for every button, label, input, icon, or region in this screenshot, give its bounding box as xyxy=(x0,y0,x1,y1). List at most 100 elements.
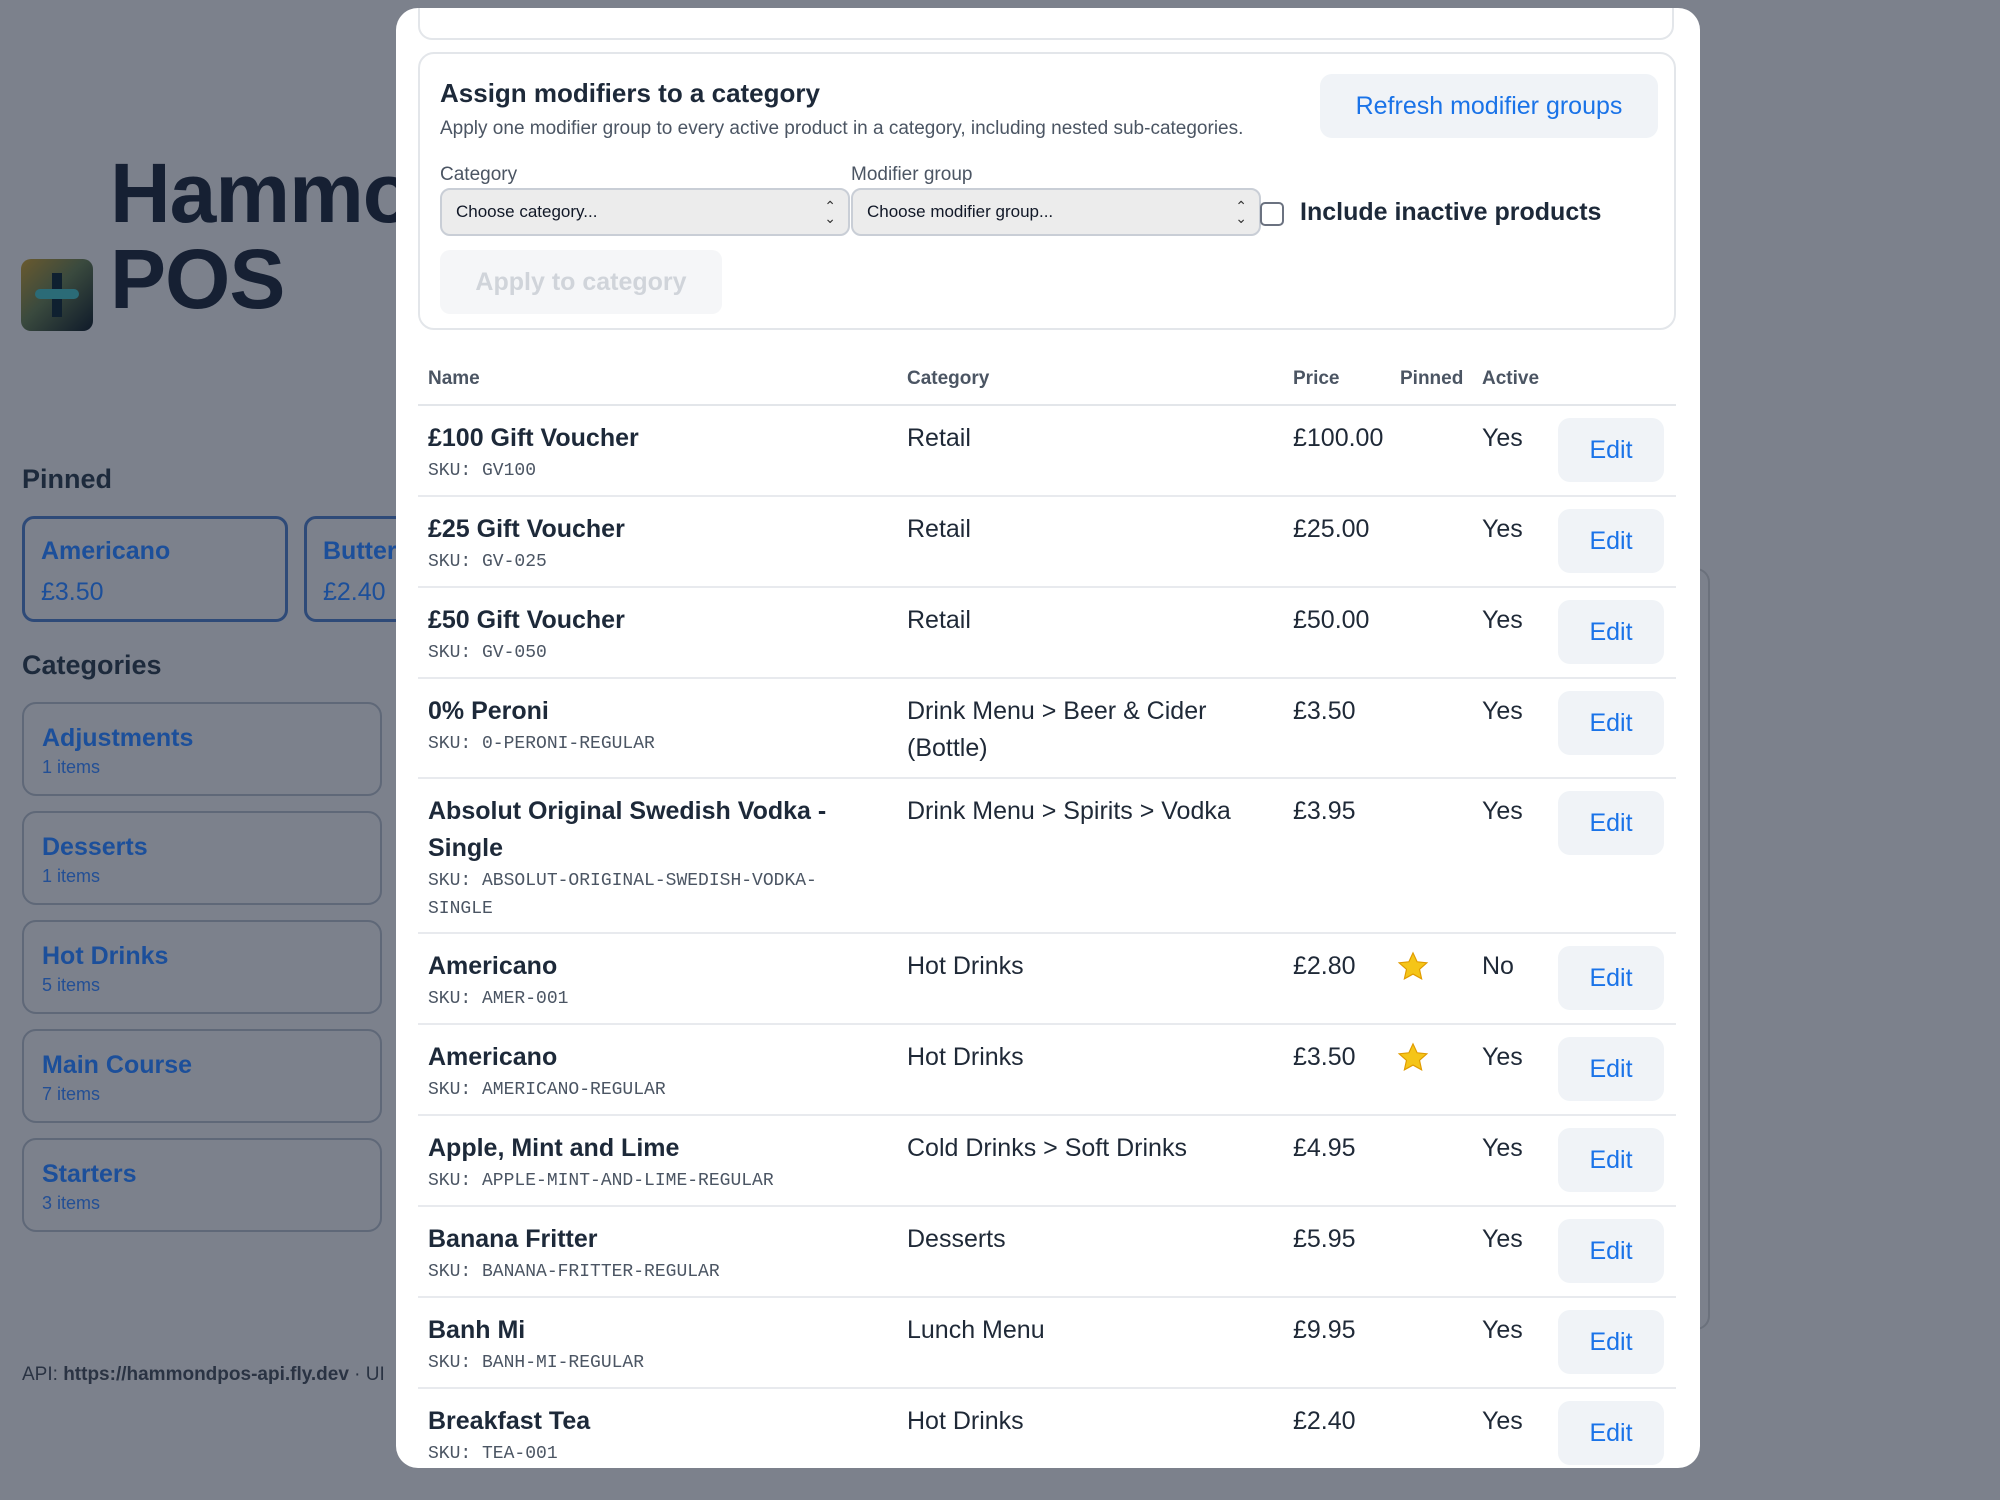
products-table: Name Category Price Pinned Active £100 G… xyxy=(418,352,1676,1468)
category-card-name: Adjustments xyxy=(42,724,194,752)
category-card-count: 5 items xyxy=(42,975,101,995)
edit-button[interactable]: Edit xyxy=(1558,1128,1664,1192)
category-card-count: 3 items xyxy=(42,1193,101,1213)
modifier-group-label: Modifier group xyxy=(851,164,973,185)
product-price: £3.50 xyxy=(1293,697,1356,725)
product-name: Absolut Original Swedish Vodka - Single xyxy=(428,797,827,862)
product-active: Yes xyxy=(1482,606,1523,634)
api-footer-url: https://hammondpos-api.fly.dev xyxy=(63,1364,349,1385)
product-sku: SKU: BANANA-FRITTER-REGULAR xyxy=(428,1262,720,1282)
assign-title: Assign modifiers to a category xyxy=(440,78,820,108)
pinned-card-price: £3.50 xyxy=(41,578,104,606)
product-sku: SKU: TEA-001 xyxy=(428,1444,558,1464)
product-category: Drink Menu > Beer & Cider (Bottle) xyxy=(907,697,1207,762)
product-sku: SKU: ABSOLUT-ORIGINAL-SWEDISH-VODKA-SING… xyxy=(428,871,817,919)
product-name: Banana Fritter xyxy=(428,1225,598,1253)
category-card[interactable]: Desserts 1 items xyxy=(22,811,382,905)
product-price: £50.00 xyxy=(1293,606,1370,634)
product-price: £2.80 xyxy=(1293,952,1356,980)
product-name: Apple, Mint and Lime xyxy=(428,1134,680,1162)
edit-button[interactable]: Edit xyxy=(1558,418,1664,482)
category-card-count: 1 items xyxy=(42,866,101,886)
edit-button[interactable]: Edit xyxy=(1558,1401,1664,1465)
edit-button[interactable]: Edit xyxy=(1558,600,1664,664)
table-row: Absolut Original Swedish Vodka - Single S… xyxy=(418,779,1676,934)
edit-button[interactable]: Edit xyxy=(1558,1219,1664,1283)
pinned-cell xyxy=(1396,1041,1430,1086)
category-card[interactable]: Hot Drinks 5 items xyxy=(22,920,382,1014)
product-active: Yes xyxy=(1482,1043,1523,1071)
category-card[interactable]: Starters 3 items xyxy=(22,1138,382,1232)
edit-button[interactable]: Edit xyxy=(1558,1037,1664,1101)
categories-heading: Categories xyxy=(22,650,162,680)
product-price: £25.00 xyxy=(1293,515,1370,543)
category-select[interactable]: Choose category... ⌃ ⌄ xyxy=(440,188,850,236)
assign-subtitle: Apply one modifier group to every active… xyxy=(440,118,1244,139)
assign-modifiers-panel: Assign modifiers to a category Apply one… xyxy=(418,52,1676,330)
product-category: Hot Drinks xyxy=(907,1407,1024,1435)
product-active: Yes xyxy=(1482,1134,1523,1162)
product-active: Yes xyxy=(1482,515,1523,543)
product-name: 0% Peroni xyxy=(428,697,549,725)
include-inactive-checkbox[interactable] xyxy=(1260,202,1284,226)
product-name: Americano xyxy=(428,1043,558,1071)
chevron-updown-icon: ⌃ ⌄ xyxy=(1235,198,1247,226)
product-sku: SKU: AMERICANO-REGULAR xyxy=(428,1080,666,1100)
product-price: £5.95 xyxy=(1293,1225,1356,1253)
api-footer-prefix: API: xyxy=(22,1364,64,1385)
category-card-count: 1 items xyxy=(42,757,101,777)
product-name: Banh Mi xyxy=(428,1316,526,1344)
table-row: £100 Gift Voucher SKU: GV100 Retail £100.… xyxy=(418,406,1676,497)
include-inactive-label[interactable]: Include inactive products xyxy=(1300,198,1601,227)
category-card[interactable]: Main Course 7 items xyxy=(22,1029,382,1123)
table-row: Banana Fritter SKU: BANANA-FRITTER-REGULA… xyxy=(418,1207,1676,1298)
product-sku: SKU: GV-025 xyxy=(428,552,547,572)
edit-button[interactable]: Edit xyxy=(1558,691,1664,755)
product-category: Cold Drinks > Soft Drinks xyxy=(907,1134,1187,1162)
product-price: £9.95 xyxy=(1293,1316,1356,1344)
apply-to-category-button[interactable]: Apply to category xyxy=(440,250,722,314)
product-sku: SKU: GV-050 xyxy=(428,643,547,663)
product-active: Yes xyxy=(1482,797,1523,825)
product-active: Yes xyxy=(1482,1225,1523,1253)
app-title: Hammo POS xyxy=(110,150,414,322)
modifier-group-select[interactable]: Choose modifier group... ⌃ ⌄ xyxy=(851,188,1261,236)
product-sku: SKU: APPLE-MINT-AND-LIME-REGULAR xyxy=(428,1171,774,1191)
modifier-group-select-value: Choose modifier group... xyxy=(867,202,1054,221)
product-active: Yes xyxy=(1482,1407,1523,1435)
header-name: Name xyxy=(428,368,480,389)
category-select-value: Choose category... xyxy=(456,202,598,221)
refresh-modifier-groups-button[interactable]: Refresh modifier groups xyxy=(1320,74,1658,138)
table-row: 0% Peroni SKU: 0-PERONI-REGULAR Drink Men… xyxy=(418,679,1676,779)
product-sku: SKU: BANH-MI-REGULAR xyxy=(428,1353,645,1373)
edit-button[interactable]: Edit xyxy=(1558,946,1664,1010)
pinned-cell xyxy=(1396,950,1430,995)
app-logo xyxy=(21,259,93,331)
product-active: Yes xyxy=(1482,1316,1523,1344)
product-price: £2.40 xyxy=(1293,1407,1356,1435)
edit-button[interactable]: Edit xyxy=(1558,1310,1664,1374)
product-sku: SKU: 0-PERONI-REGULAR xyxy=(428,734,655,754)
product-name: Breakfast Tea xyxy=(428,1407,591,1435)
edit-button[interactable]: Edit xyxy=(1558,509,1664,573)
table-row: Apple, Mint and Lime SKU: APPLE-MINT-AND-… xyxy=(418,1116,1676,1207)
product-category: Retail xyxy=(907,606,971,634)
category-card-name: Main Course xyxy=(42,1051,193,1079)
product-category: Desserts xyxy=(907,1225,1006,1253)
product-name: £100 Gift Voucher xyxy=(428,424,639,452)
table-row: £50 Gift Voucher SKU: GV-050 Retail £50.0… xyxy=(418,588,1676,679)
pinned-card[interactable]: Americano £3.50 xyxy=(22,516,288,622)
category-card[interactable]: Adjustments 1 items xyxy=(22,702,382,796)
product-category: Hot Drinks xyxy=(907,1043,1024,1071)
previous-panel xyxy=(418,8,1674,40)
star-icon xyxy=(1396,950,1430,984)
star-icon xyxy=(1396,1041,1430,1075)
table-header: Name Category Price Pinned Active xyxy=(418,352,1676,406)
category-label: Category xyxy=(440,164,518,185)
product-category: Retail xyxy=(907,515,971,543)
edit-button[interactable]: Edit xyxy=(1558,791,1664,855)
product-active: No xyxy=(1482,952,1514,980)
product-sku: SKU: GV100 xyxy=(428,461,537,481)
category-card-name: Hot Drinks xyxy=(42,942,169,970)
pinned-heading: Pinned xyxy=(22,464,113,494)
